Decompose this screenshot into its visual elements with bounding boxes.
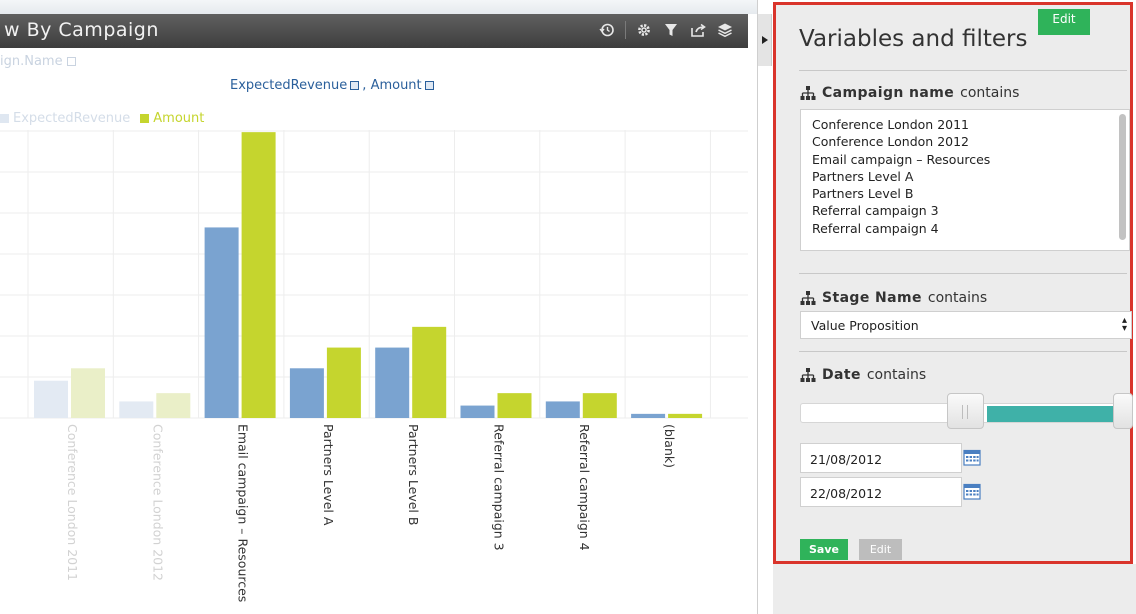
stage-filter-label: Stage Name contains bbox=[800, 290, 987, 306]
bar-amount[interactable] bbox=[582, 393, 617, 418]
campaign-options: Conference London 2011 Conference London… bbox=[801, 110, 1129, 237]
divider bbox=[799, 70, 1127, 71]
chart-header: w By Campaign bbox=[0, 14, 748, 48]
slider-handle-end[interactable] bbox=[1113, 393, 1133, 429]
caret-right-icon bbox=[761, 36, 768, 44]
dimension-menu-icon[interactable] bbox=[66, 57, 76, 66]
select-arrows-icon: ▴ ▾ bbox=[1121, 315, 1127, 334]
panel-divider bbox=[757, 0, 758, 614]
hierarchy-icon bbox=[800, 291, 816, 305]
save-button[interactable]: Save bbox=[800, 539, 848, 560]
bar-expectedrevenue[interactable] bbox=[34, 380, 68, 418]
panel-title: Variables and filters bbox=[799, 26, 1028, 52]
edit-tag-button[interactable]: Edit bbox=[1038, 9, 1090, 35]
contains-word: contains bbox=[866, 367, 927, 383]
measure-menu-icon[interactable] bbox=[424, 81, 434, 90]
measures-separator: , bbox=[362, 78, 367, 93]
campaign-filter-field: Campaign name bbox=[822, 85, 955, 101]
chart-toolbar bbox=[598, 21, 734, 39]
bar-amount[interactable] bbox=[71, 368, 105, 418]
category-label: Email campaign – Resources bbox=[236, 424, 251, 602]
top-strip bbox=[0, 0, 757, 14]
list-item[interactable]: Conference London 2012 bbox=[812, 133, 1129, 150]
divider bbox=[799, 273, 1127, 274]
bar-expectedrevenue[interactable] bbox=[631, 413, 666, 418]
campaign-filter-label: Campaign name contains bbox=[800, 85, 1019, 101]
bar-expectedrevenue[interactable] bbox=[204, 227, 239, 418]
filter-icon[interactable] bbox=[662, 21, 680, 39]
category-label: Partners Level A bbox=[321, 424, 336, 526]
collapse-panel-button[interactable] bbox=[758, 14, 772, 66]
contains-word: contains bbox=[927, 290, 988, 306]
divider bbox=[799, 351, 1127, 352]
edit-button[interactable]: Edit bbox=[859, 539, 902, 560]
bar-amount[interactable] bbox=[412, 326, 447, 418]
bar-amount[interactable] bbox=[326, 347, 361, 418]
history-icon[interactable] bbox=[598, 21, 616, 39]
bar-amount[interactable] bbox=[156, 393, 191, 418]
listbox-scrollbar[interactable] bbox=[1119, 114, 1126, 240]
bar-expectedrevenue[interactable] bbox=[289, 368, 324, 418]
contains-word: contains bbox=[960, 85, 1020, 101]
dimension-label-text: ign.Name bbox=[0, 54, 63, 69]
measures-label[interactable]: ExpectedRevenue, Amount bbox=[230, 78, 437, 93]
campaign-listbox[interactable]: Conference London 2011 Conference London… bbox=[800, 109, 1130, 251]
category-label: Referral campaign 4 bbox=[577, 424, 592, 551]
stage-select-value: Value Proposition bbox=[811, 318, 919, 333]
date-from-input[interactable]: 21/08/2012 bbox=[800, 443, 962, 473]
hierarchy-icon bbox=[800, 86, 816, 100]
bar-expectedrevenue[interactable] bbox=[545, 401, 580, 418]
list-item[interactable]: Referral campaign 3 bbox=[812, 202, 1129, 219]
category-label: Partners Level B bbox=[406, 424, 421, 525]
list-item[interactable]: Conference London 2011 bbox=[812, 116, 1129, 133]
bar-amount[interactable] bbox=[668, 413, 703, 418]
category-label: Conference London 2012 bbox=[150, 424, 165, 581]
list-item[interactable]: Referral campaign 4 bbox=[812, 220, 1129, 237]
bar-chart: Conference London 2011 Conference London … bbox=[0, 130, 748, 602]
stage-select[interactable]: Value Proposition ▴ ▾ bbox=[800, 311, 1132, 339]
measure-expected-revenue-label: ExpectedRevenue bbox=[230, 78, 348, 93]
bar-amount[interactable] bbox=[497, 393, 532, 418]
hierarchy-icon bbox=[800, 368, 816, 382]
export-icon[interactable] bbox=[689, 21, 707, 39]
bar-expectedrevenue[interactable] bbox=[119, 401, 154, 418]
layers-icon[interactable] bbox=[716, 21, 734, 39]
toolbar-separator bbox=[625, 21, 626, 39]
bar-amount[interactable] bbox=[241, 132, 276, 418]
gear-icon[interactable] bbox=[635, 21, 653, 39]
category-label: (blank) bbox=[662, 424, 677, 468]
category-label: Conference London 2011 bbox=[65, 424, 80, 581]
category-label: Referral campaign 3 bbox=[492, 424, 507, 551]
date-filter-field: Date bbox=[822, 367, 861, 383]
measure-menu-icon[interactable] bbox=[350, 81, 360, 90]
calendar-icon[interactable] bbox=[963, 448, 981, 466]
list-item[interactable]: Partners Level A bbox=[812, 168, 1129, 185]
list-item[interactable]: Partners Level B bbox=[812, 185, 1129, 202]
filters-panel-background bbox=[773, 564, 1136, 614]
grip-icon bbox=[962, 405, 968, 419]
dimension-label[interactable]: ign.Name bbox=[0, 54, 76, 69]
slider-handle-start[interactable] bbox=[947, 393, 984, 429]
list-item[interactable]: Email campaign – Resources bbox=[812, 151, 1129, 168]
chart-title: w By Campaign bbox=[4, 19, 159, 41]
measure-amount-label: Amount bbox=[370, 78, 422, 93]
stage-filter-field: Stage Name bbox=[822, 290, 922, 306]
date-range-fill bbox=[987, 406, 1127, 422]
bar-expectedrevenue[interactable] bbox=[460, 405, 495, 418]
date-filter-label: Date contains bbox=[800, 367, 926, 383]
filters-panel: Edit Variables and filters Campaign name… bbox=[773, 2, 1133, 564]
date-to-input[interactable]: 22/08/2012 bbox=[800, 477, 962, 507]
bar-expectedrevenue[interactable] bbox=[375, 347, 410, 418]
calendar-icon[interactable] bbox=[963, 482, 981, 500]
